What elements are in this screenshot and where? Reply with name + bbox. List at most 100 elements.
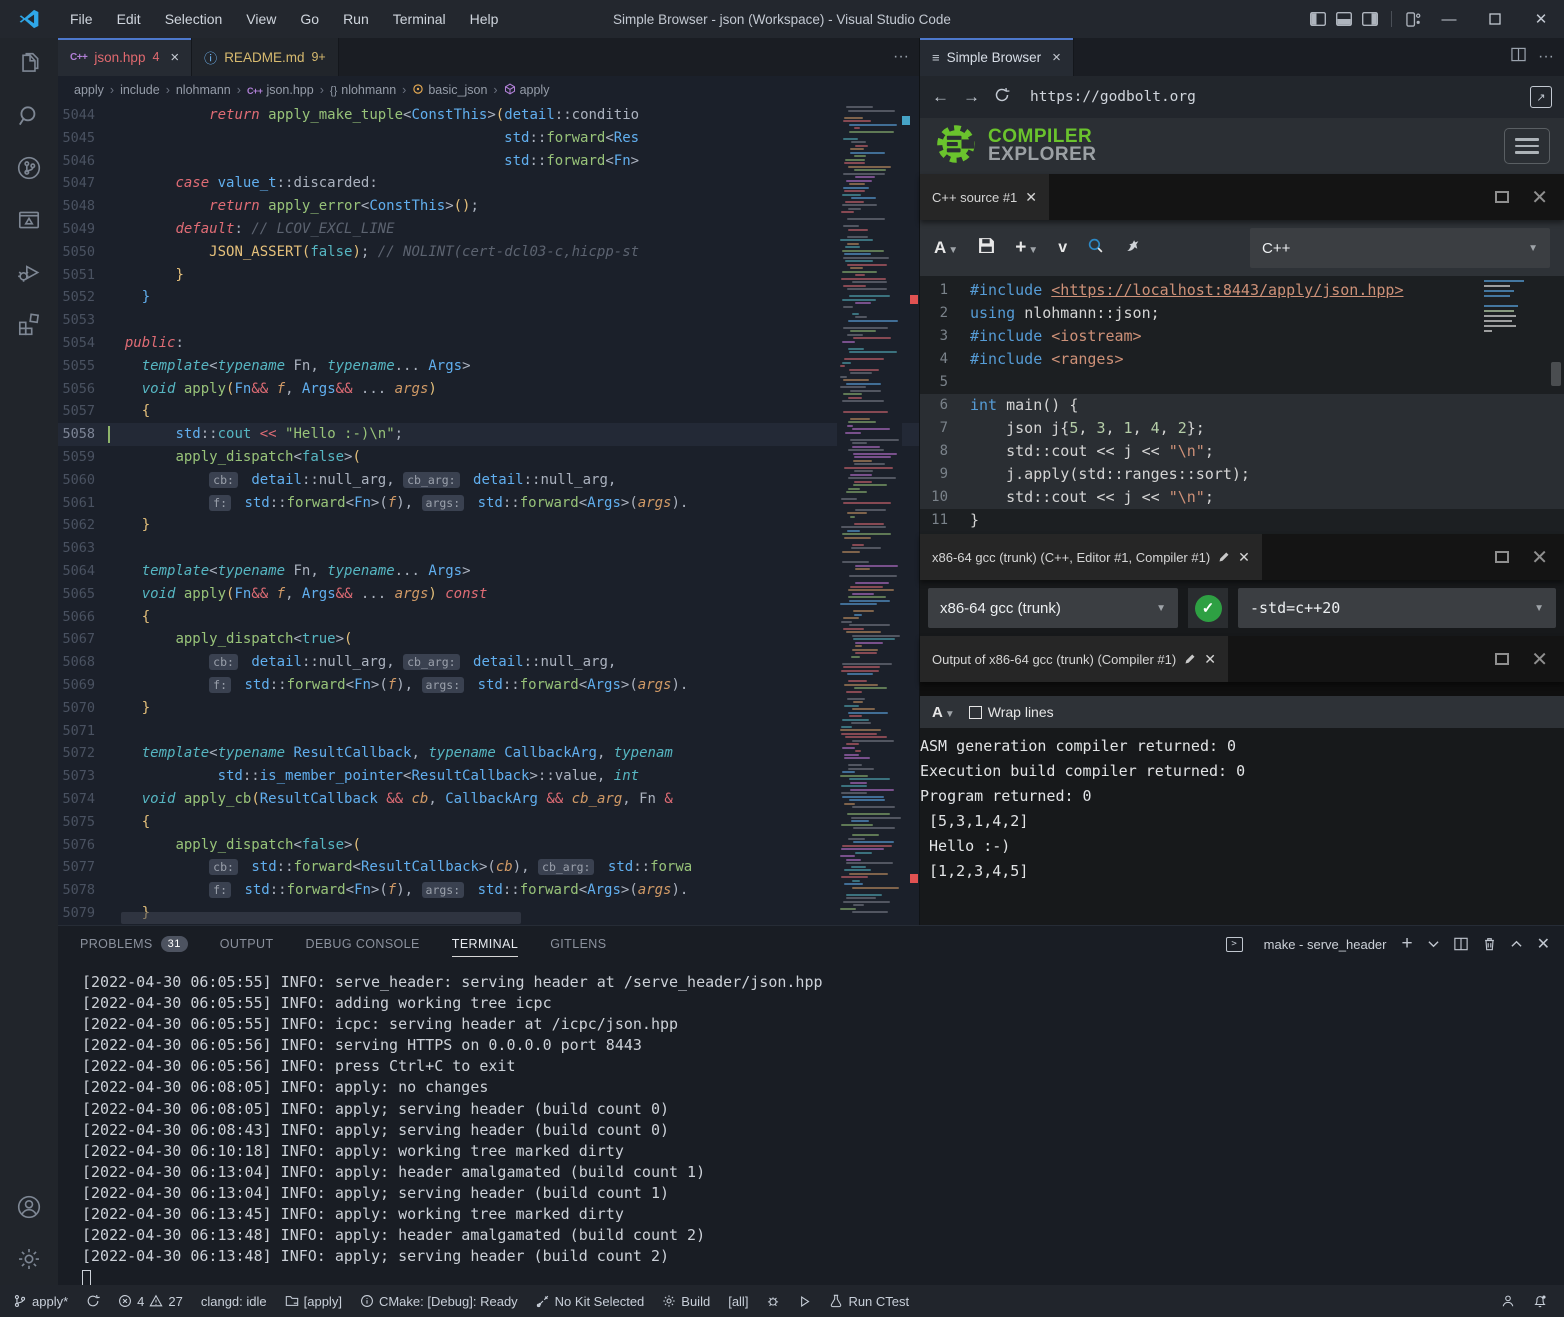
godbolt-source-editor[interactable]: 1#include <https://localhost:8443/apply/… [920,276,1564,534]
settings-gear-icon[interactable] [0,1233,58,1285]
menu-file[interactable]: File [58,0,105,38]
breadcrumb-item[interactable]: C++json.hpp [247,83,314,97]
close-tab-icon[interactable]: × [170,49,179,66]
terminal-dropdown-icon[interactable] [1428,940,1439,948]
close-pane-icon[interactable]: ✕ [1531,545,1548,570]
status-run-ctest[interactable]: Run CTest [820,1285,918,1317]
tab-simple-browser[interactable]: ≡ Simple Browser × [920,38,1074,76]
close-panel-icon[interactable]: ✕ [1537,934,1550,954]
kill-terminal-icon[interactable] [1483,937,1496,951]
toggle-secondary-sidebar-icon[interactable] [1357,0,1383,38]
status-launch-button[interactable] [789,1285,820,1317]
editor-scrollbar[interactable] [902,104,919,925]
breadcrumb-item[interactable]: basic_json [412,83,487,98]
panel-tab-output[interactable]: OUTPUT [220,926,274,962]
wrap-lines-checkbox[interactable]: Wrap lines [969,704,1054,720]
run-debug-icon[interactable] [0,246,58,298]
extensions-icon[interactable] [0,298,58,350]
menu-terminal[interactable]: Terminal [381,0,458,38]
rename-pane-icon[interactable] [1218,551,1230,563]
font-size-icon[interactable]: A▼ [934,238,958,258]
maximize-pane-icon[interactable] [1495,653,1509,665]
terminal-content[interactable]: [2022-04-30 06:05:55] INFO: serve_header… [58,962,1564,1287]
reload-icon[interactable] [994,87,1010,108]
source-control-icon[interactable] [0,142,58,194]
menu-go[interactable]: Go [288,0,331,38]
new-terminal-icon[interactable]: + [1401,933,1412,955]
panel-tab-problems[interactable]: PROBLEMS31 [80,926,188,962]
code-editor[interactable]: 5044 return apply_make_tuple<ConstThis>(… [58,104,919,925]
open-external-icon[interactable]: ↗ [1530,86,1552,108]
output-pane-tab[interactable]: Output of x86-64 gcc (trunk) (Compiler #… [920,636,1228,682]
godbolt-scrollbar[interactable] [1551,362,1561,386]
terminal-process-label[interactable]: make - serve_header [1264,937,1387,952]
minimize-button[interactable]: — [1426,0,1472,38]
font-size-icon[interactable]: A▼ [932,704,955,721]
status-kit-selection[interactable]: No Kit Selected [527,1285,654,1317]
split-terminal-icon[interactable] [1454,937,1468,951]
account-icon[interactable] [0,1181,58,1233]
status-sync[interactable] [77,1285,109,1317]
status-clangd-status[interactable]: clangd: idle [192,1285,276,1317]
menu-edit[interactable]: Edit [105,0,153,38]
panel-tab-debug-console[interactable]: DEBUG CONSOLE [306,926,420,962]
close-pane-icon[interactable]: ✕ [1531,185,1548,210]
tab-json-hpp[interactable]: C++ json.hpp 4 × [58,38,192,76]
panel-tab-gitlens[interactable]: GITLENS [550,926,606,962]
explorer-icon[interactable] [0,38,58,90]
breadcrumb-item[interactable]: {}nlohmann [330,83,396,97]
forward-icon[interactable]: → [963,87,980,107]
bird-icon[interactable] [1124,237,1141,259]
maximize-panel-icon[interactable] [1511,940,1522,948]
status-git-branch[interactable]: apply* [4,1285,77,1317]
menu-selection[interactable]: Selection [153,0,235,38]
add-pane-icon[interactable]: +▼ [1015,237,1038,259]
breadcrumb-item[interactable]: apply [74,83,104,97]
menu-view[interactable]: View [234,0,288,38]
maximize-button[interactable] [1472,0,1518,38]
close-pane-icon[interactable]: ✕ [1204,651,1216,668]
maximize-pane-icon[interactable] [1495,551,1509,563]
url-input[interactable]: https://godbolt.org [1030,89,1516,105]
status-feedback[interactable] [1492,1285,1524,1317]
close-pane-icon[interactable]: ✕ [1238,549,1250,566]
tab-readme-md[interactable]: ⓘ README.md 9+ [192,38,339,76]
breadcrumb-item[interactable]: include [120,83,160,97]
toggle-panel-icon[interactable] [1331,0,1357,38]
menu-help[interactable]: Help [458,0,511,38]
rename-pane-icon[interactable] [1184,653,1196,665]
minimap[interactable] [837,104,902,925]
panel-tab-terminal[interactable]: TERMINAL [452,926,518,962]
horizontal-scrollbar[interactable] [121,912,521,924]
more-actions-icon[interactable]: ··· [1538,48,1554,66]
compiler-options-input[interactable]: -std=c++20▼ [1238,588,1556,628]
compiler-select[interactable]: x86-64 gcc (trunk)▼ [928,588,1178,628]
customize-layout-icon[interactable] [1400,0,1426,38]
status-notifications[interactable] [1524,1285,1556,1317]
status-active-folder[interactable]: [apply] [276,1285,351,1317]
status-build-button[interactable]: Build [653,1285,719,1317]
status-problems[interactable]: 427 [109,1285,192,1317]
breadcrumb-item[interactable]: apply [504,83,550,98]
maximize-pane-icon[interactable] [1495,191,1509,203]
toggle-sidebar-icon[interactable] [1305,0,1331,38]
status-debug-button[interactable] [757,1285,789,1317]
back-icon[interactable]: ← [932,87,949,107]
close-window-button[interactable]: ✕ [1518,0,1564,38]
breadcrumb-item[interactable]: nlohmann [176,83,231,97]
search-icon[interactable] [0,90,58,142]
search-code-icon[interactable] [1087,237,1104,259]
cmake-panel-icon[interactable] [0,194,58,246]
close-tab-icon[interactable]: × [1052,49,1061,66]
language-select[interactable]: C++▼ [1250,228,1550,268]
status-cmake-status[interactable]: CMake: [Debug]: Ready [351,1285,527,1317]
split-editor-icon[interactable] [1511,47,1526,67]
vim-mode-icon[interactable]: v [1058,239,1067,257]
save-icon[interactable] [978,237,995,259]
source-pane-tab[interactable]: C++ source #1 ✕ [920,174,1049,220]
hamburger-menu-icon[interactable] [1504,128,1550,164]
status-build-target[interactable]: [all] [719,1285,757,1317]
compiler-pane-tab[interactable]: x86-64 gcc (trunk) (C++, Editor #1, Comp… [920,534,1262,580]
close-pane-icon[interactable]: ✕ [1531,647,1548,672]
menu-run[interactable]: Run [331,0,381,38]
